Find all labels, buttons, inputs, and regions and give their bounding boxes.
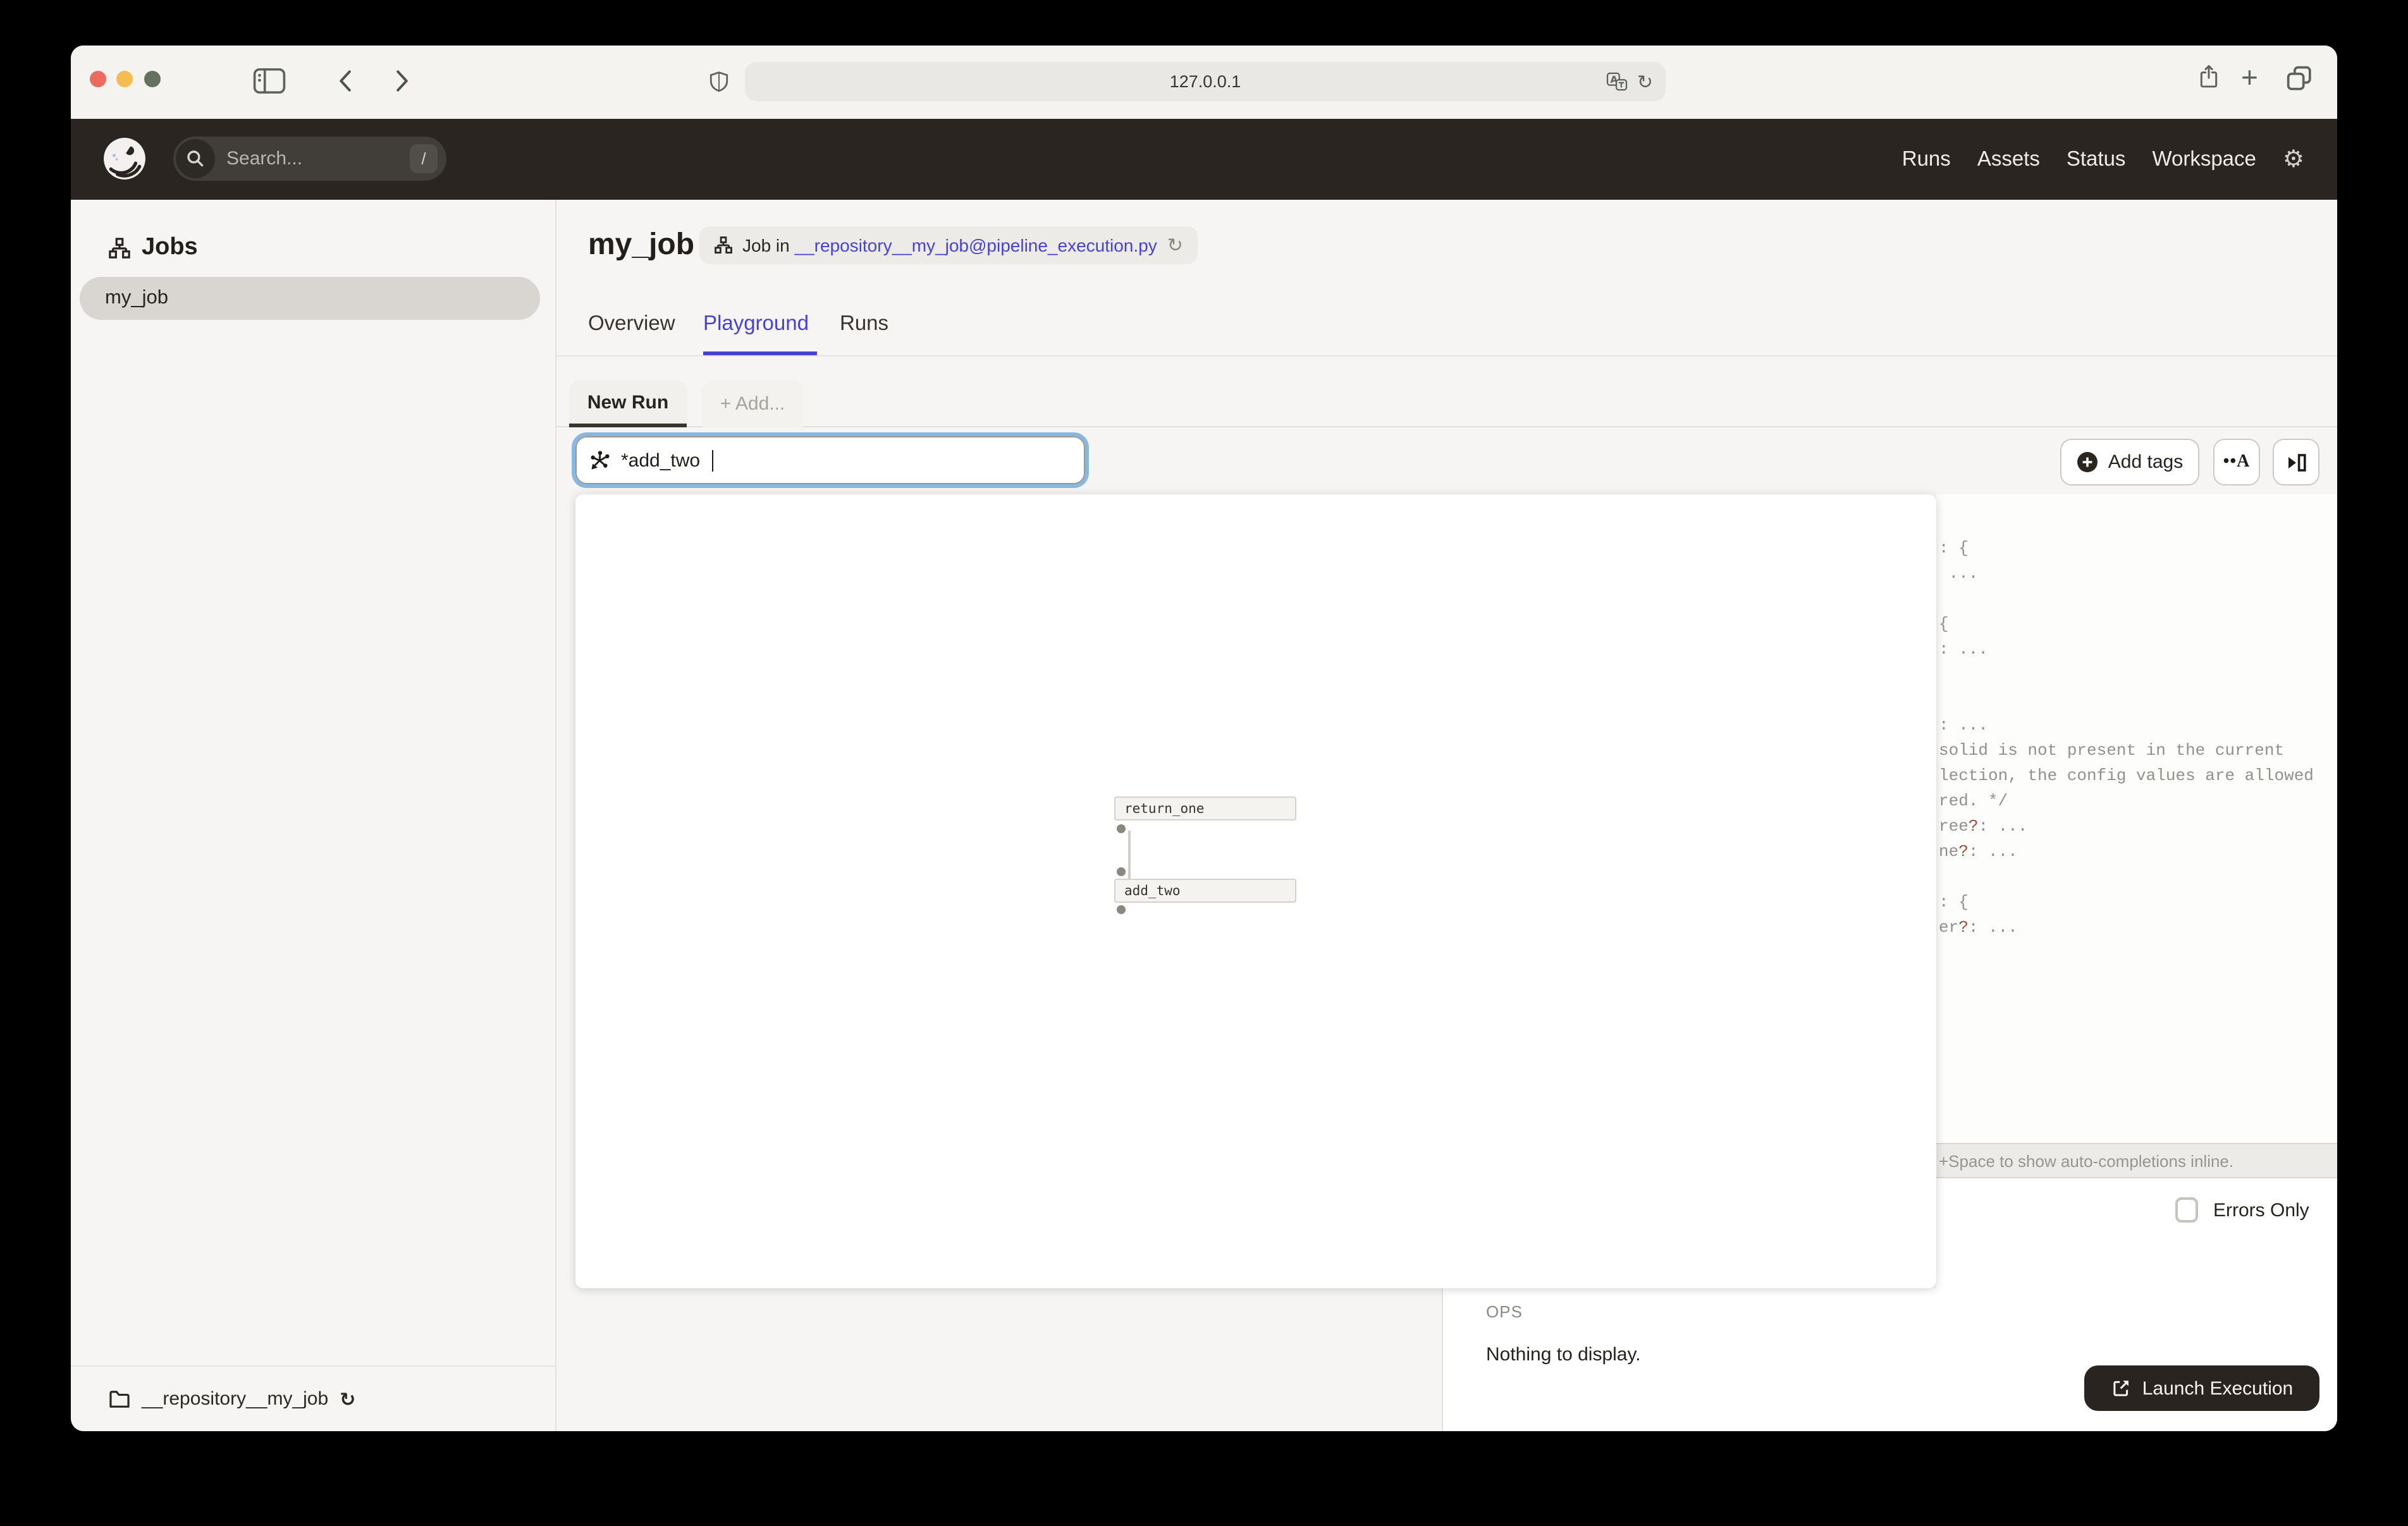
output-port-return-one	[1117, 824, 1126, 833]
config-line: ree?: ...	[1939, 814, 2337, 839]
config-editor-lines: : { ...{: ...: ...solid is not present i…	[1939, 536, 2337, 941]
op-selector-input[interactable]: *add_two	[575, 436, 1085, 484]
config-editor[interactable]: : { ...{: ...: ...solid is not present i…	[1936, 494, 2337, 1143]
url-text: 127.0.0.1	[745, 62, 1666, 101]
sidebar-toggle-icon[interactable]	[253, 67, 286, 95]
tab-runs[interactable]: Runs	[840, 312, 888, 336]
edge-return-one-to-add-two	[1128, 831, 1131, 879]
ops-heading: OPS	[1486, 1302, 1523, 1321]
config-line: : {	[1939, 536, 2337, 561]
errors-only-control[interactable]: Errors Only	[2175, 1197, 2309, 1223]
forward-button[interactable]	[395, 70, 410, 92]
op-selector-value: *add_two	[621, 449, 700, 471]
page-title: my_job	[588, 228, 694, 263]
add-tags-button[interactable]: Add tags	[2060, 439, 2199, 485]
play-panel-icon	[2285, 451, 2307, 473]
tab-overview[interactable]: Overview	[588, 312, 675, 336]
config-line	[1939, 587, 2337, 612]
sidebar-item-my-job[interactable]: my_job	[80, 277, 540, 320]
plus-circle-icon	[2077, 451, 2098, 473]
config-line: solid is not present in the current	[1939, 738, 2337, 764]
stage: 127.0.0.1 A ↻	[0, 0, 2408, 1526]
dagster-logo[interactable]	[102, 137, 147, 181]
graph-node-add-two[interactable]: add_two	[1114, 879, 1296, 903]
tab-overview-icon[interactable]	[2287, 66, 2312, 91]
config-line: {	[1939, 612, 2337, 637]
search-shortcut-badge: /	[410, 144, 438, 173]
launch-execution-button[interactable]: Launch Execution	[2084, 1365, 2319, 1411]
config-line: er?: ...	[1939, 915, 2337, 941]
job-location-badge: Job in __repository__my_job@pipeline_exe…	[699, 226, 1198, 264]
config-line	[1939, 688, 2337, 713]
output-port-add-two	[1117, 905, 1126, 914]
config-line	[1939, 865, 2337, 890]
text-cursor	[711, 449, 713, 471]
errors-only-label: Errors Only	[2213, 1199, 2309, 1221]
sidebar: Jobs my_job __repository__my_job ↻	[71, 200, 556, 1431]
search-icon	[176, 139, 215, 178]
config-line: : ...	[1939, 637, 2337, 662]
run-tab-new-run[interactable]: New Run	[569, 381, 687, 427]
zoom-window-button[interactable]	[144, 71, 161, 87]
input-port-add-two	[1117, 867, 1126, 876]
config-line: lection, the config values are allowed	[1939, 764, 2337, 789]
search-input[interactable]: Search... /	[173, 137, 446, 181]
add-tags-label: Add tags	[2108, 451, 2183, 473]
settings-gear-icon[interactable]: ⚙	[2283, 145, 2304, 173]
errors-only-checkbox[interactable]	[2175, 1197, 2198, 1223]
browser-window: 127.0.0.1 A ↻	[71, 46, 2337, 1431]
privacy-shield-icon[interactable]	[708, 66, 730, 97]
op-selector-icon	[589, 449, 611, 471]
repo-label: __repository__my_job	[142, 1388, 328, 1410]
launch-execution-label: Launch Execution	[2142, 1377, 2294, 1399]
nav-item-workspace[interactable]: Workspace	[2152, 147, 2256, 171]
search-placeholder: Search...	[226, 137, 302, 181]
nav-item-runs[interactable]: Runs	[1902, 147, 1951, 171]
config-line: ne?: ...	[1939, 839, 2337, 865]
badge-text: Job in __repository__my_job@pipeline_exe…	[742, 235, 1157, 255]
config-line: : ...	[1939, 713, 2337, 738]
ops-empty-message: Nothing to display.	[1486, 1344, 1641, 1365]
repo-file-link[interactable]: __repository__my_job@pipeline_execution.…	[795, 235, 1157, 255]
expand-panel-button[interactable]	[2273, 439, 2319, 485]
config-line: : {	[1939, 890, 2337, 915]
autocomplete-hint-bar: +Space to show auto-completions inline.	[1936, 1143, 2337, 1178]
config-line: ...	[1939, 561, 2337, 587]
repo-row[interactable]: __repository__my_job ↻	[71, 1365, 555, 1431]
jobs-icon	[109, 237, 130, 259]
translate-icon[interactable]: A	[1607, 72, 1628, 91]
sidebar-section-title: Jobs	[142, 234, 198, 262]
share-icon[interactable]	[2198, 63, 2220, 90]
nav-item-status[interactable]: Status	[2067, 147, 2126, 171]
run-tab-add[interactable]: + Add...	[702, 381, 803, 427]
tabs-divider	[556, 355, 2337, 357]
config-line	[1939, 662, 2337, 688]
config-line: red. */	[1939, 789, 2337, 814]
autocomplete-button[interactable]: ••A	[2213, 439, 2260, 485]
minimize-window-button[interactable]	[116, 71, 133, 87]
badge-refresh-icon[interactable]: ↻	[1167, 234, 1183, 257]
url-bar[interactable]: 127.0.0.1 A ↻	[745, 62, 1666, 101]
repo-refresh-icon[interactable]: ↻	[340, 1388, 355, 1410]
browser-chrome: 127.0.0.1 A ↻	[71, 46, 2337, 119]
graph-canvas[interactable]: return_one add_two	[575, 494, 1936, 1288]
nav-item-assets[interactable]: Assets	[1977, 147, 2040, 171]
close-window-button[interactable]	[90, 71, 106, 87]
reload-icon[interactable]: ↻	[1637, 70, 1653, 93]
run-tabs-border	[556, 426, 2337, 427]
preview-panel-top	[1936, 1178, 2337, 1288]
folder-icon	[109, 1389, 130, 1408]
external-link-icon	[2111, 1378, 2131, 1398]
graph-node-return-one[interactable]: return_one	[1114, 797, 1296, 821]
back-button[interactable]	[338, 70, 353, 92]
tab-playground[interactable]: Playground	[703, 312, 809, 336]
new-tab-icon[interactable]: +	[2241, 63, 2258, 91]
job-icon	[715, 236, 732, 254]
top-nav: Search... / Runs Assets Status Workspace…	[71, 119, 2337, 200]
